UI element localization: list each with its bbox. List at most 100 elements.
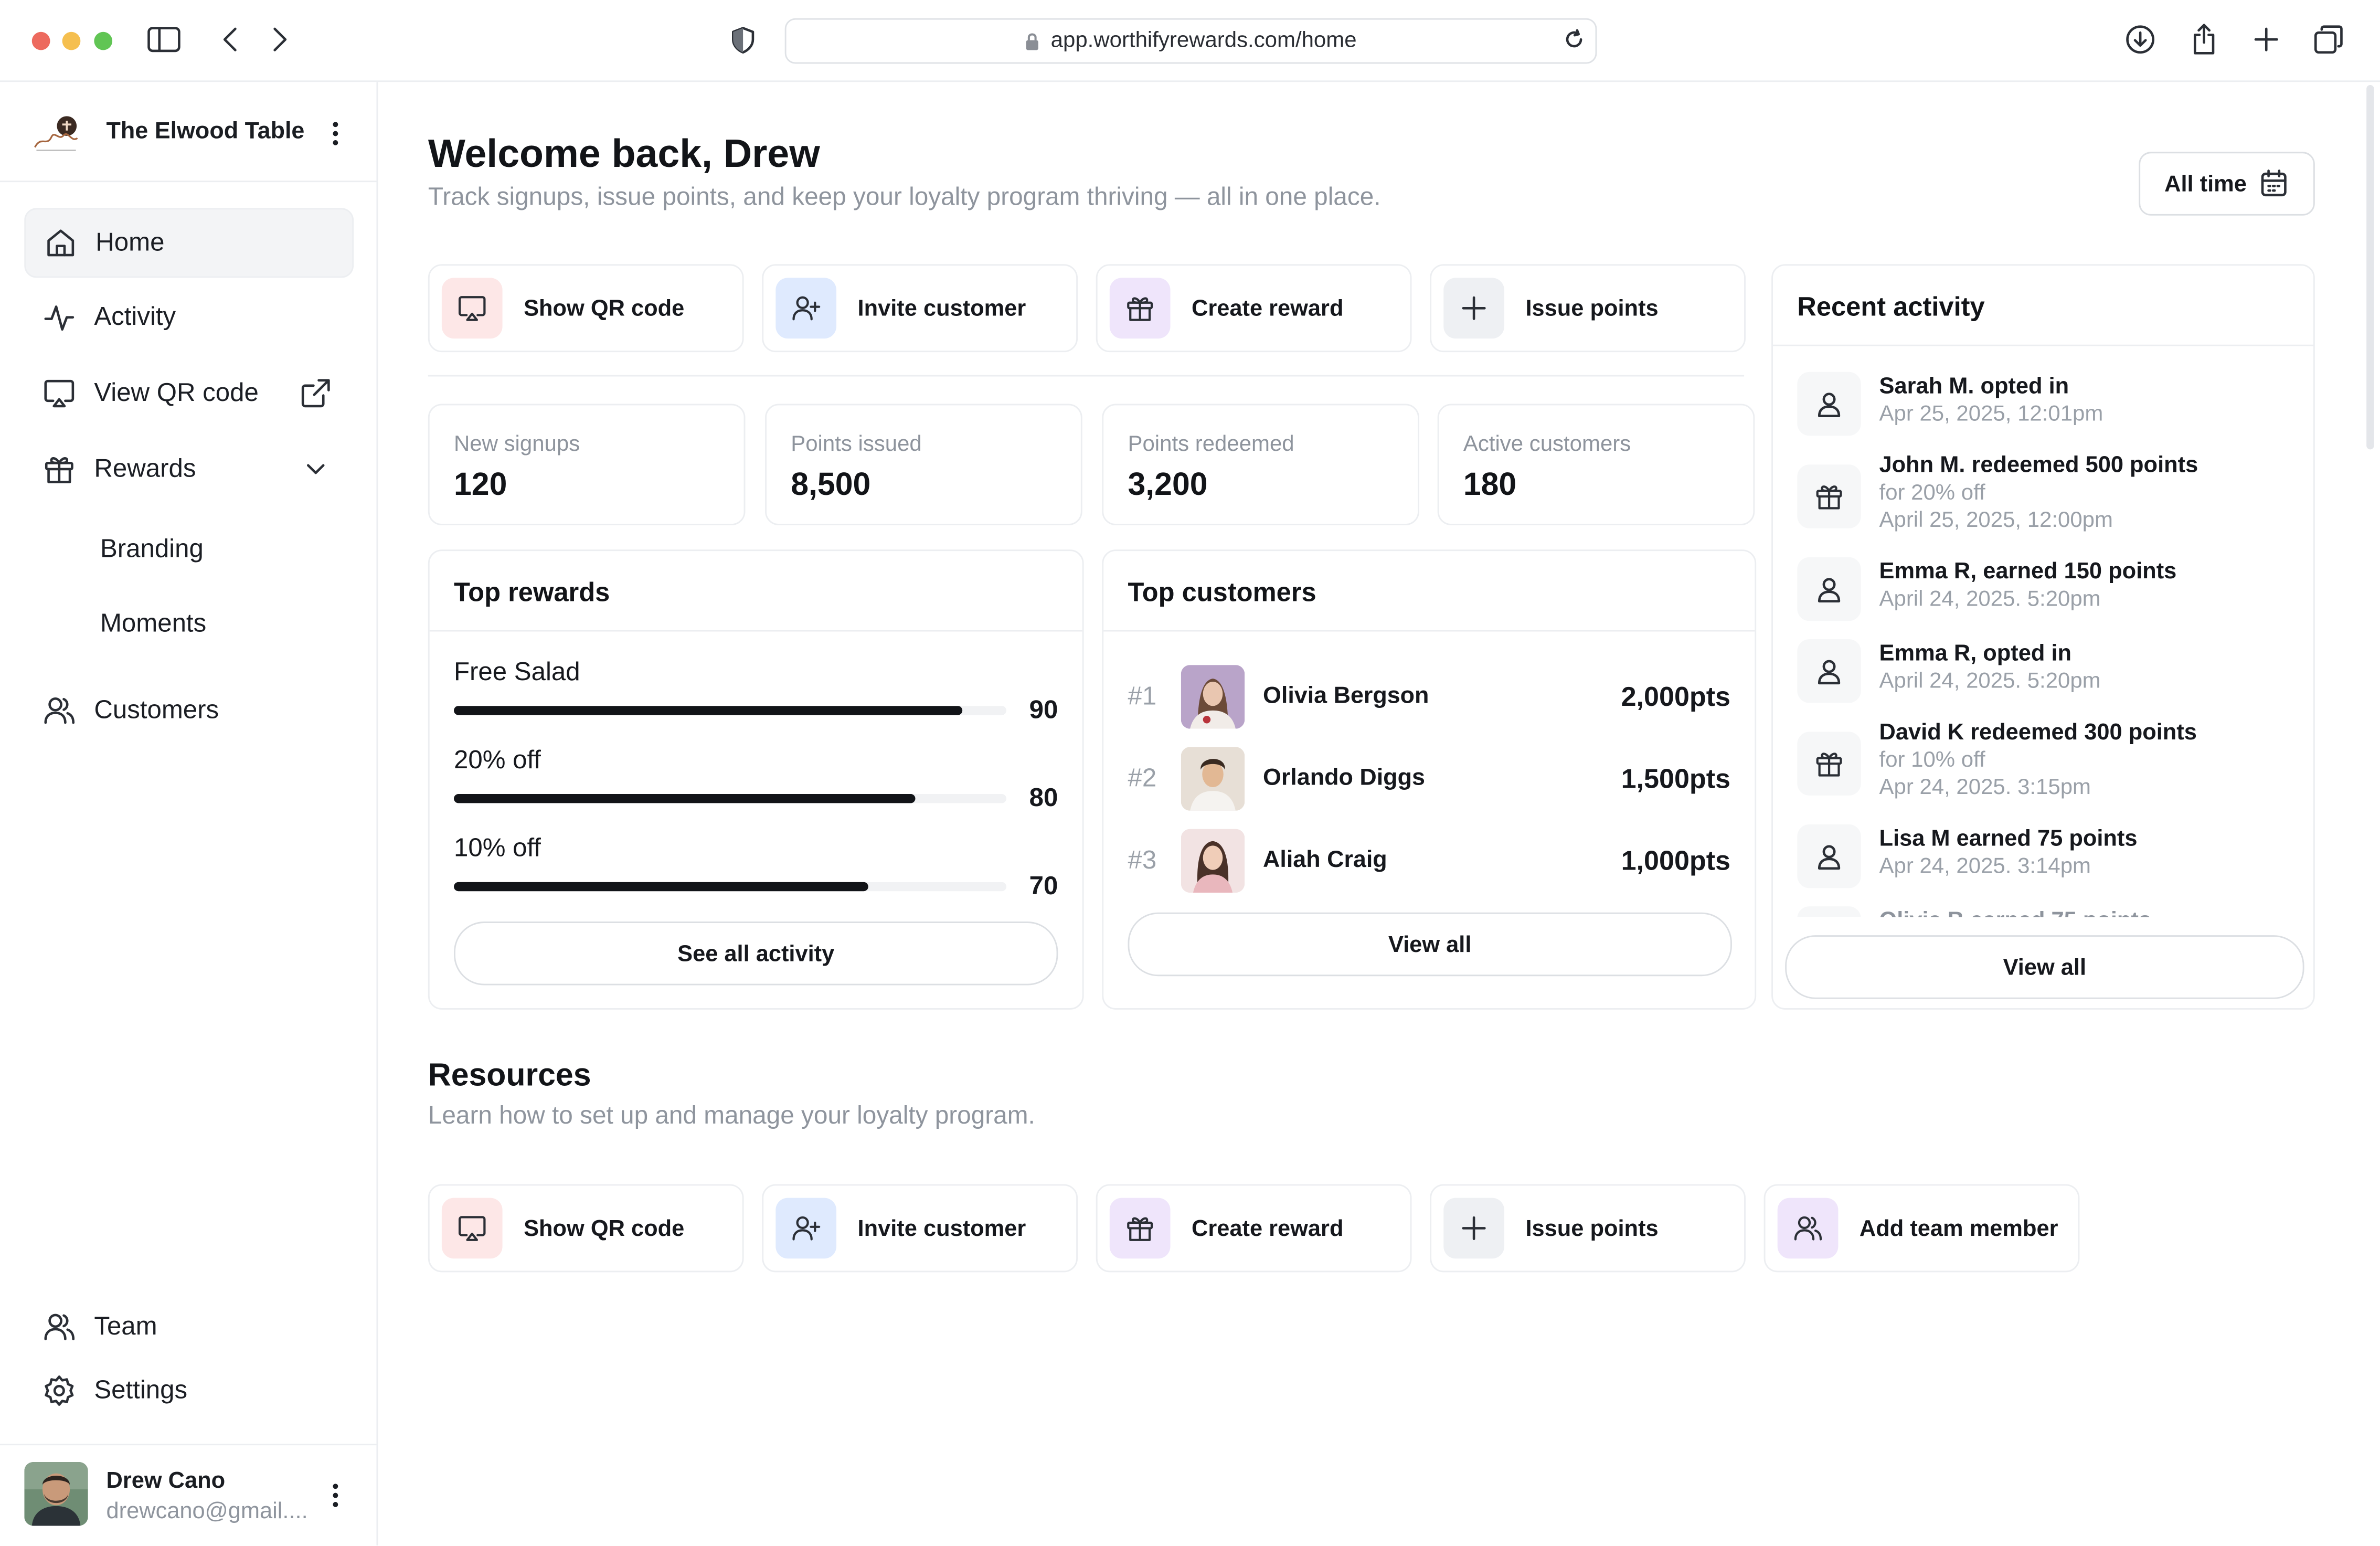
activity-item[interactable]: Emma R, opted in April 24, 2025. 5:20pm: [1797, 639, 2289, 703]
activity-time: Apr 25, 2025, 12:01pm: [1879, 402, 2103, 427]
external-link-icon[interactable]: [299, 376, 333, 410]
quick-action-label: Issue points: [1525, 295, 1659, 321]
nav-item-rewards[interactable]: Rewards: [24, 436, 350, 502]
see-all-activity-button[interactable]: See all activity: [454, 922, 1058, 986]
resource-invite-customer[interactable]: Invite customer: [762, 1184, 1078, 1273]
quick-action-invite-customer[interactable]: Invite customer: [762, 264, 1078, 353]
user-icon: [1797, 824, 1861, 888]
resource-add-team-member[interactable]: Add team member: [1763, 1184, 2080, 1273]
quick-action-show-qr-code[interactable]: Show QR code: [428, 264, 744, 353]
customer-row[interactable]: #2 Orlando Diggs 1,500pts: [1128, 747, 1730, 811]
lock-icon: [1025, 31, 1040, 51]
activity-item[interactable]: David K redeemed 300 points for 10% off Ap…: [1797, 718, 2289, 801]
zoom-window-button[interactable]: [94, 31, 113, 50]
card-divider: [1103, 630, 1755, 632]
quick-action-create-reward[interactable]: Create reward: [1096, 264, 1412, 353]
customer-row[interactable]: #3 Aliah Craig 1,000pts: [1128, 829, 1730, 893]
resource-label: Add team member: [1859, 1215, 2058, 1242]
stat-value: 3,200: [1128, 468, 1208, 503]
customer-row[interactable]: #1 Olivia Bergson 2,000pts: [1128, 665, 1730, 729]
stat-points-issued: Points issued 8,500: [765, 404, 1082, 525]
activity-title: Emma R, opted in: [1879, 640, 2072, 667]
customer-points: 1,000pts: [1621, 844, 1731, 875]
customer-name: Aliah Craig: [1262, 847, 1387, 873]
browser-toolbar: app.worthifyrewards.com/home: [0, 0, 2380, 82]
sidebar-toggle-icon[interactable]: [147, 26, 181, 53]
nav-label: Rewards: [94, 454, 196, 483]
resource-issue-points[interactable]: Issue points: [1430, 1184, 1746, 1273]
tabs-overview-icon[interactable]: [2313, 24, 2344, 55]
forward-icon[interactable]: [269, 26, 290, 53]
activity-time: Apr 24, 2025. 3:15pm: [1879, 776, 2091, 800]
customer-rank: #3: [1128, 845, 1157, 875]
activity-item[interactable]: Lisa M earned 75 points Apr 24, 2025. 3:1…: [1797, 824, 2289, 888]
nav-subitem-branding[interactable]: Branding: [100, 534, 204, 565]
org-menu-icon[interactable]: [322, 119, 349, 149]
activity-item[interactable]: John M. redeemed 500 points for 20% off Ap…: [1797, 451, 2289, 534]
reward-count: 80: [1029, 783, 1058, 812]
nav-item-view-qr-code[interactable]: View QR code: [24, 360, 350, 427]
nav-item-team[interactable]: Team: [24, 1294, 350, 1360]
nav-item-activity[interactable]: Activity: [24, 284, 350, 351]
gift-icon: [1109, 278, 1171, 339]
customer-name: Orlando Diggs: [1262, 765, 1425, 791]
activity-time: April 24, 2025. 5:20pm: [1879, 587, 2101, 612]
calendar-icon: [2259, 168, 2289, 199]
new-tab-icon[interactable]: [2252, 26, 2280, 53]
nav-subitem-moments[interactable]: Moments: [100, 609, 206, 639]
activity-item[interactable]: Emma R, earned 150 points April 24, 2025.…: [1797, 557, 2289, 621]
stat-label: Points issued: [791, 432, 922, 457]
recent-activity-card: Recent activity Sarah M. opted in Apr 25,…: [1771, 264, 2315, 1010]
stat-label: Points redeemed: [1128, 432, 1294, 457]
resource-label: Create reward: [1192, 1215, 1344, 1242]
close-window-button[interactable]: [31, 31, 50, 50]
activity-list: Sarah M. opted in Apr 25, 2025, 12:01pm J…: [1773, 346, 2313, 917]
page-scrollbar[interactable]: [2366, 85, 2374, 450]
activity-item[interactable]: Olivia B earned 75 points: [1797, 906, 2289, 917]
resource-create-reward[interactable]: Create reward: [1096, 1184, 1412, 1273]
avatar[interactable]: [24, 1462, 88, 1526]
customer-points: 1,500pts: [1621, 763, 1731, 793]
download-icon[interactable]: [2125, 24, 2155, 55]
activity-time: Apr 24, 2025. 3:14pm: [1879, 854, 2091, 880]
customer-avatar: [1181, 829, 1245, 893]
customer-avatar: [1181, 747, 1245, 811]
activity-item[interactable]: Sarah M. opted in Apr 25, 2025, 12:01pm: [1797, 372, 2289, 436]
stat-label: Active customers: [1463, 432, 1631, 457]
minimize-window-button[interactable]: [62, 31, 81, 50]
quick-action-label: Show QR code: [524, 295, 685, 321]
address-bar[interactable]: app.worthifyrewards.com/home: [784, 18, 1597, 64]
reward-bar: [454, 706, 1007, 715]
shield-icon[interactable]: [730, 26, 756, 55]
nav-item-customers[interactable]: Customers: [24, 677, 350, 744]
quick-action-issue-points[interactable]: Issue points: [1430, 264, 1746, 353]
users-icon: [1777, 1198, 1839, 1259]
customer-rank: #1: [1128, 681, 1157, 711]
sidebar: The Elwood Table Home Activity View QR c…: [0, 82, 378, 1546]
gift-icon: [1797, 464, 1861, 528]
plus-icon: [1443, 1198, 1504, 1259]
stat-new-signups: New signups 120: [428, 404, 746, 525]
customer-name: Olivia Bergson: [1262, 683, 1429, 710]
user-menu-icon[interactable]: [322, 1480, 349, 1511]
nav-item-settings[interactable]: Settings: [24, 1357, 350, 1424]
activity-title: David K redeemed 300 points: [1879, 719, 2197, 746]
resource-show-qr-code[interactable]: Show QR code: [428, 1184, 744, 1273]
stat-active-customers: Active customers 180: [1437, 404, 1755, 525]
share-icon[interactable]: [2191, 23, 2218, 56]
back-icon[interactable]: [220, 26, 241, 53]
stat-label: New signups: [454, 432, 580, 457]
activity-time: April 24, 2025. 5:20pm: [1879, 669, 2101, 694]
date-range-button[interactable]: All time: [2139, 152, 2315, 216]
nav-item-home[interactable]: Home: [24, 208, 354, 278]
view-all-customers-button[interactable]: View all: [1128, 912, 1732, 977]
sidebar-divider: [0, 181, 377, 183]
home-icon: [44, 226, 78, 260]
quick-action-label: Create reward: [1192, 295, 1344, 321]
chevron-down-icon[interactable]: [304, 457, 328, 481]
quick-action-label: Invite customer: [857, 295, 1026, 321]
nav-label: View QR code: [94, 378, 259, 407]
view-all-activity-button[interactable]: View all: [1785, 935, 2304, 999]
resource-label: Issue points: [1525, 1215, 1659, 1242]
reload-icon[interactable]: [1564, 29, 1585, 50]
